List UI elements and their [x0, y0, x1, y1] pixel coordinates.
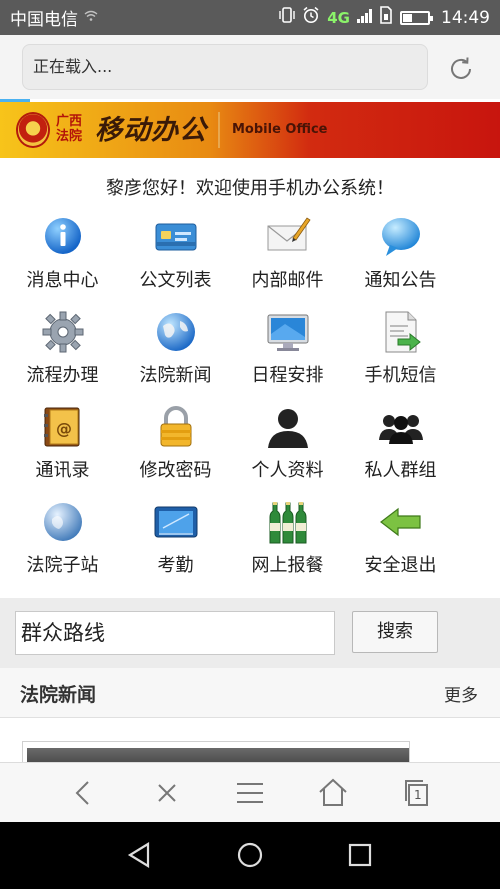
search-input[interactable]: 群众路线	[15, 611, 335, 655]
menu-icon[interactable]	[232, 775, 268, 811]
info-icon	[40, 214, 86, 260]
menu-label: 通讯录	[35, 460, 90, 481]
address-input[interactable]: 正在载入...	[22, 44, 428, 90]
svg-text:@: @	[56, 419, 72, 438]
document-arrow-icon	[378, 309, 424, 355]
system-navigation-bar	[0, 822, 500, 889]
status-bar: 中国电信 4G 14:49	[0, 0, 500, 35]
sphere-icon	[40, 499, 86, 545]
search-button[interactable]: 搜索	[352, 611, 438, 653]
menu-item-sms[interactable]: 手机短信	[338, 303, 463, 398]
menu-item-profile[interactable]: 个人资料	[225, 398, 350, 493]
menu-label: 日程安排	[251, 365, 324, 386]
monitor-icon	[265, 309, 311, 355]
reload-icon[interactable]	[446, 54, 476, 84]
nav-home-icon[interactable]	[235, 840, 265, 870]
mail-icon	[265, 214, 311, 260]
menu-item-workflow[interactable]: 流程办理	[0, 303, 125, 398]
alarm-icon	[302, 6, 320, 29]
home-icon[interactable]	[315, 775, 351, 811]
tabs-count: 1	[414, 788, 422, 802]
menu-item-documents[interactable]: 公文列表	[113, 208, 238, 303]
menu-item-court-news[interactable]: 法院新闻	[113, 303, 238, 398]
tabs-icon[interactable]: 1	[399, 775, 435, 811]
status-icons: 4G 14:49	[279, 6, 490, 29]
carrier-name: 中国电信	[10, 10, 78, 30]
menu-label: 考勤	[157, 555, 194, 576]
news-section-header: 法院新闻 更多	[0, 668, 500, 718]
welcome-message: 黎彦您好！欢迎使用手机办公系统！	[106, 178, 394, 199]
gear-icon	[40, 309, 86, 355]
wifi-question-icon	[84, 10, 98, 25]
news-section-title: 法院新闻	[20, 684, 97, 706]
clock: 14:49	[441, 7, 490, 28]
network-type: 4G	[327, 8, 350, 27]
search-area: 群众路线 搜索	[0, 598, 500, 668]
card-icon	[153, 214, 199, 260]
user-icon	[265, 404, 311, 450]
menu-item-logout[interactable]: 安全退出	[338, 493, 463, 588]
menu-item-contacts[interactable]: @ 通讯录	[0, 398, 125, 493]
news-more-link[interactable]: 更多	[444, 681, 478, 706]
banner-title: 移动办公	[95, 115, 207, 146]
menu-label: 内部邮件	[251, 270, 324, 291]
menu-label: 通知公告	[364, 270, 437, 291]
menu-item-substations[interactable]: 法院子站	[0, 493, 125, 588]
menu-label: 修改密码	[139, 460, 212, 481]
menu-label: 网上报餐	[251, 555, 324, 576]
globe-icon	[153, 309, 199, 355]
court-emblem-icon	[16, 112, 50, 148]
speech-bubble-icon	[378, 214, 424, 260]
users-group-icon	[378, 404, 424, 450]
menu-label: 公文列表	[139, 270, 212, 291]
menu-label: 安全退出	[364, 555, 437, 576]
banner-court-name: 广西 法院	[56, 114, 83, 144]
menu-item-meal-order[interactable]: 网上报餐	[225, 493, 350, 588]
menu-item-notices[interactable]: 通知公告	[338, 208, 463, 303]
menu-label: 私人群组	[364, 460, 437, 481]
browser-address-bar: 正在载入...	[0, 35, 500, 99]
menu-label: 消息中心	[26, 270, 99, 291]
nav-back-icon[interactable]	[125, 840, 155, 870]
vibrate-icon	[279, 6, 295, 29]
menu-item-schedule[interactable]: 日程安排	[225, 303, 350, 398]
address-book-icon: @	[40, 404, 86, 450]
lock-icon	[153, 404, 199, 450]
menu-item-attendance[interactable]: 考勤	[113, 493, 238, 588]
menu-label: 法院子站	[26, 555, 99, 576]
signal-icon	[357, 8, 372, 28]
sim-icon	[379, 6, 393, 29]
nav-recent-icon[interactable]	[345, 840, 375, 870]
menu-item-messages[interactable]: 消息中心	[0, 208, 125, 303]
menu-item-change-password[interactable]: 修改密码	[113, 398, 238, 493]
menu-label: 个人资料	[251, 460, 324, 481]
close-icon[interactable]	[149, 775, 185, 811]
menu-label: 流程办理	[26, 365, 99, 386]
menu-item-groups[interactable]: 私人群组	[338, 398, 463, 493]
menu-label: 手机短信	[364, 365, 437, 386]
bottles-icon	[265, 499, 311, 545]
browser-toolbar: 1	[0, 762, 500, 822]
terminal-icon	[153, 499, 199, 545]
app-banner: 广西 法院 移动办公 Mobile Office	[0, 102, 500, 158]
menu-item-mail[interactable]: 内部邮件	[225, 208, 350, 303]
menu-label: 法院新闻	[139, 365, 212, 386]
arrow-left-icon	[378, 499, 424, 545]
back-icon[interactable]	[66, 775, 102, 811]
banner-divider	[218, 112, 220, 148]
banner-subtitle: Mobile Office	[232, 122, 328, 137]
battery-icon	[400, 10, 433, 25]
